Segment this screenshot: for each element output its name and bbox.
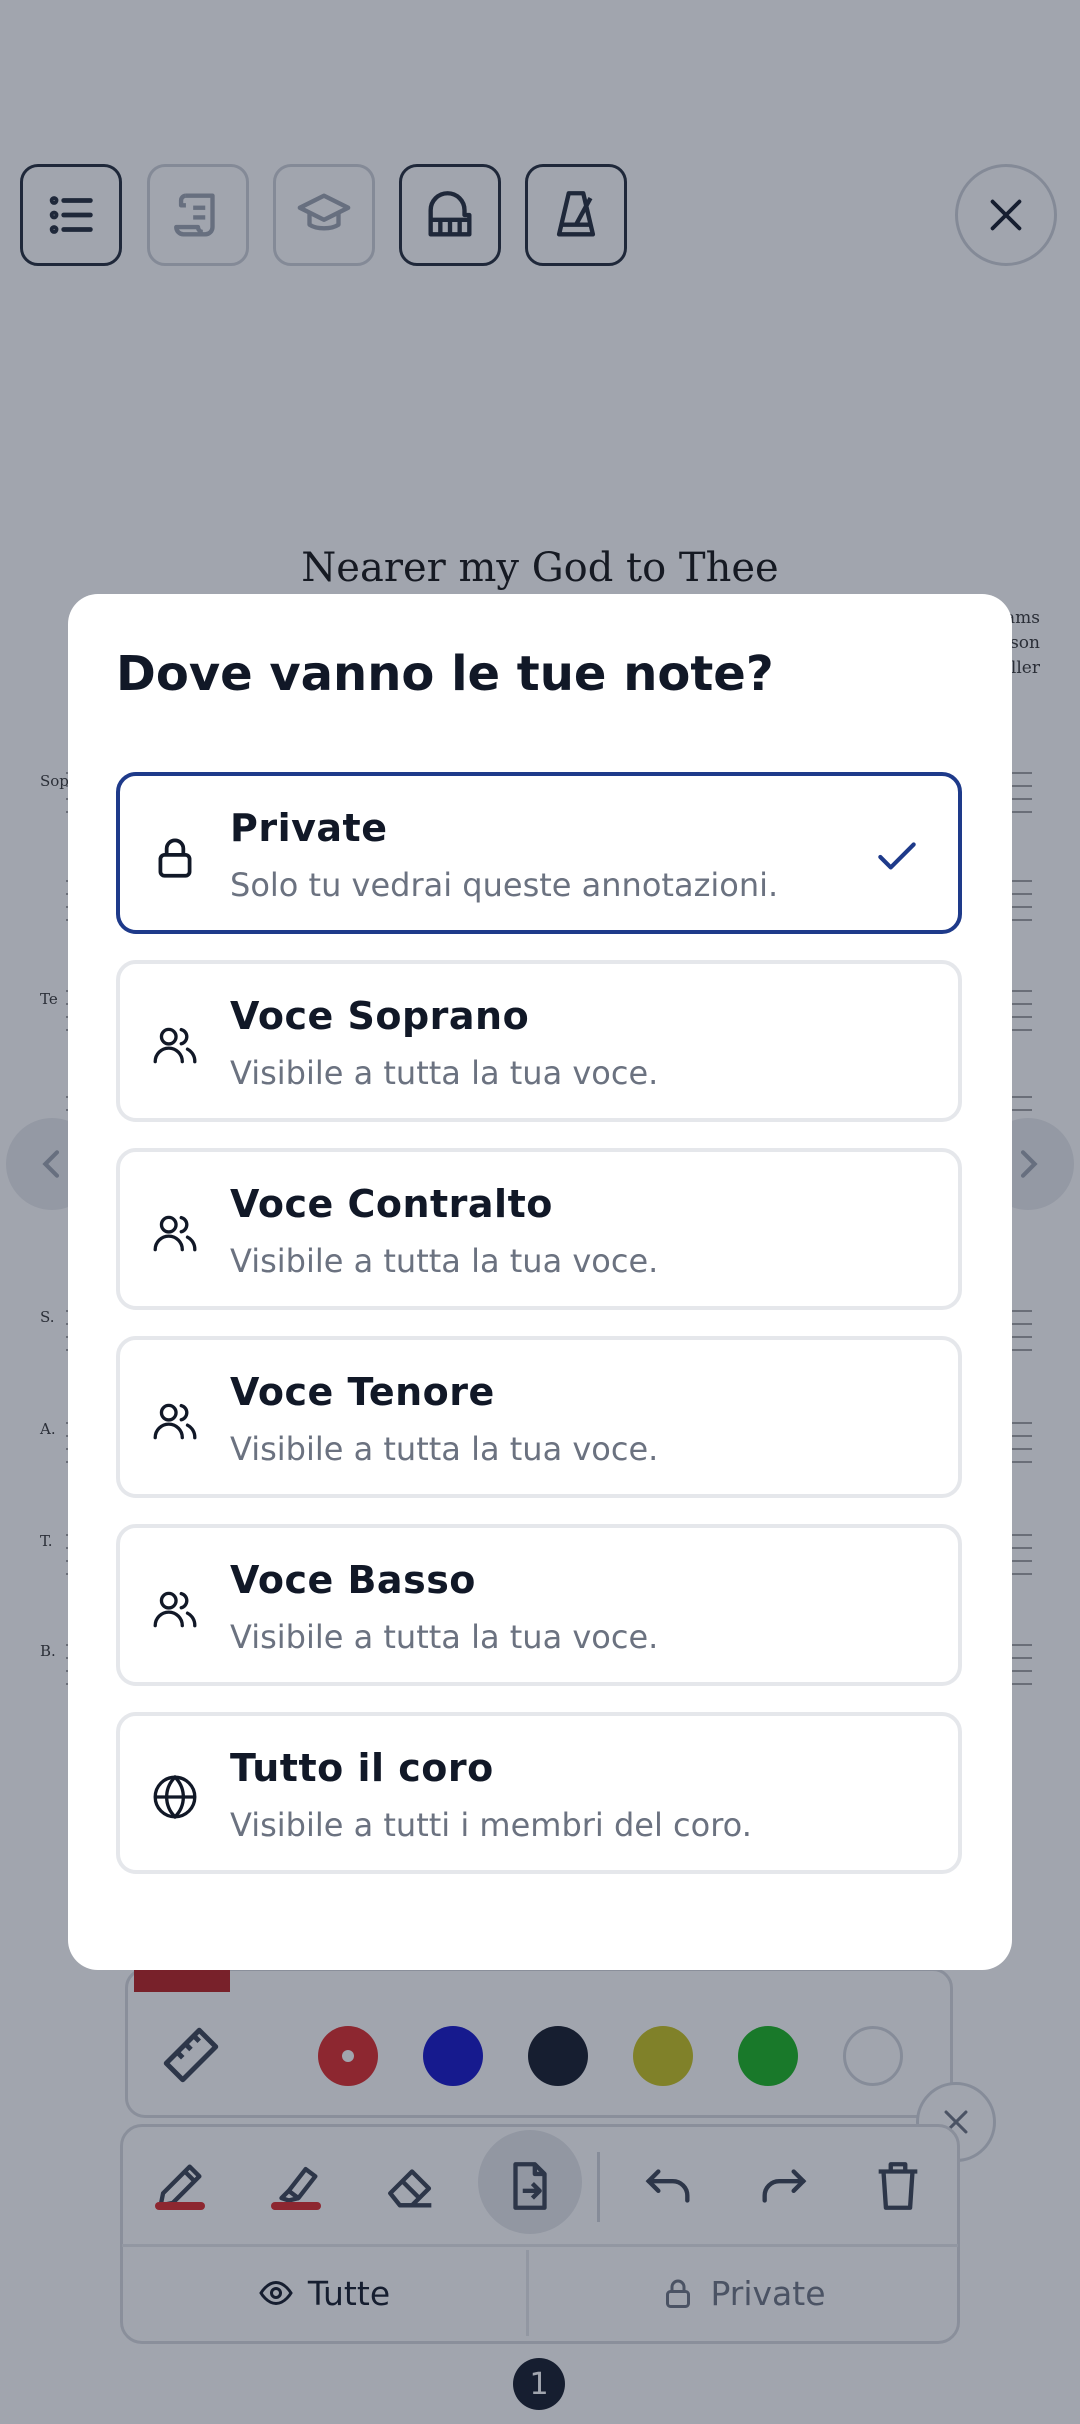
users-icon: [150, 1020, 200, 1070]
option-description: Visibile a tutta la tua voce.: [230, 1618, 659, 1656]
option-label: Private: [230, 806, 388, 850]
option-description: Visibile a tutta la tua voce.: [230, 1242, 659, 1280]
option-tutto-il-coro[interactable]: Tutto il coro Visibile a tutti i membri …: [116, 1712, 962, 1874]
option-voce-soprano[interactable]: Voce Soprano Visibile a tutta la tua voc…: [116, 960, 962, 1122]
option-label: Voce Contralto: [230, 1182, 553, 1226]
check-icon: [872, 832, 922, 882]
option-description: Visibile a tutta la tua voce.: [230, 1430, 659, 1468]
option-label: Voce Tenore: [230, 1370, 495, 1414]
dialog-title: Dove vanno le tue note?: [116, 646, 774, 702]
option-voce-contralto[interactable]: Voce Contralto Visibile a tutta la tua v…: [116, 1148, 962, 1310]
globe-icon: [150, 1772, 200, 1822]
option-description: Visibile a tutti i membri del coro.: [230, 1806, 752, 1844]
option-private[interactable]: Private Solo tu vedrai queste annotazion…: [116, 772, 962, 934]
option-description: Visibile a tutta la tua voce.: [230, 1054, 659, 1092]
users-icon: [150, 1208, 200, 1258]
option-label: Tutto il coro: [230, 1746, 494, 1790]
option-description: Solo tu vedrai queste annotazioni.: [230, 866, 779, 904]
option-label: Voce Soprano: [230, 994, 530, 1038]
option-label: Voce Basso: [230, 1558, 476, 1602]
option-voce-tenore[interactable]: Voce Tenore Visibile a tutta la tua voce…: [116, 1336, 962, 1498]
lock-icon: [150, 832, 200, 882]
visibility-dialog: Dove vanno le tue note? Private Solo tu …: [68, 594, 1012, 1970]
option-voce-basso[interactable]: Voce Basso Visibile a tutta la tua voce.: [116, 1524, 962, 1686]
users-icon: [150, 1396, 200, 1446]
users-icon: [150, 1584, 200, 1634]
